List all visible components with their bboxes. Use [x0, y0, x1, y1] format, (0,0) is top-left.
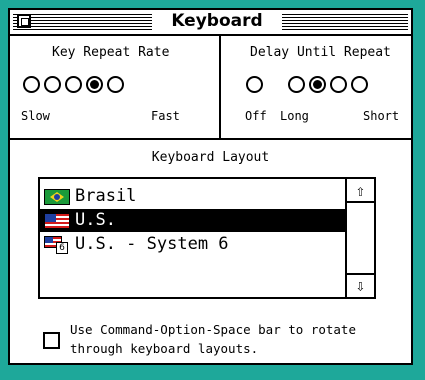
- title-bar[interactable]: Keyboard: [10, 10, 411, 36]
- keyboard-window: Keyboard Key Repeat Rate Slow Fast Delay…: [8, 8, 413, 365]
- us-system6-flag-icon: 6: [44, 236, 70, 254]
- key-repeat-fast-label: Fast: [151, 109, 180, 123]
- delay-long-label: Long: [280, 109, 309, 123]
- key-repeat-radio-4[interactable]: [86, 76, 103, 93]
- window-title: Keyboard: [152, 12, 282, 30]
- rotate-layouts-label: Use Command-Option-Space bar to rotate t…: [70, 322, 356, 356]
- delay-off-label: Off: [245, 109, 267, 123]
- delay-radio-5[interactable]: [351, 76, 368, 93]
- close-box-icon[interactable]: [17, 14, 31, 28]
- key-repeat-radio-2[interactable]: [44, 76, 61, 93]
- list-item-label: Brasil: [75, 186, 137, 206]
- delay-radio-2[interactable]: [288, 76, 305, 93]
- delay-until-repeat-title: Delay Until Repeat: [250, 45, 391, 60]
- delay-radio-3[interactable]: [309, 76, 326, 93]
- rotate-layouts-checkbox[interactable]: [43, 332, 60, 349]
- list-item-brasil[interactable]: Brasil: [40, 185, 345, 208]
- section-divider: [10, 138, 411, 140]
- vertical-scrollbar[interactable]: ⇧ ⇩: [345, 179, 374, 297]
- list-item-us[interactable]: U.S.: [40, 209, 345, 232]
- brazil-flag-icon: [44, 189, 70, 205]
- key-repeat-rate-title: Key Repeat Rate: [52, 45, 170, 60]
- list-item-label: U.S.: [75, 210, 116, 230]
- panel-divider: [219, 36, 221, 138]
- delay-radio-off[interactable]: [246, 76, 263, 93]
- scroll-up-button[interactable]: ⇧: [347, 179, 374, 203]
- keyboard-layout-title: Keyboard Layout: [151, 150, 270, 165]
- keyboard-layout-list[interactable]: Brasil U.S. 6 U.S. - System 6 ⇧ ⇩: [38, 177, 376, 299]
- key-repeat-slow-label: Slow: [21, 109, 50, 123]
- us-flag-icon: [44, 213, 70, 229]
- key-repeat-radio-1[interactable]: [23, 76, 40, 93]
- list-item-us-system6[interactable]: 6 U.S. - System 6: [40, 233, 345, 256]
- key-repeat-radio-5[interactable]: [107, 76, 124, 93]
- key-repeat-radio-3[interactable]: [65, 76, 82, 93]
- arrow-down-icon: ⇩: [355, 276, 366, 295]
- scroll-down-button[interactable]: ⇩: [347, 273, 374, 297]
- arrow-up-icon: ⇧: [355, 181, 366, 200]
- delay-short-label: Short: [363, 109, 400, 123]
- list-item-label: U.S. - System 6: [75, 234, 229, 254]
- delay-radio-4[interactable]: [330, 76, 347, 93]
- repeat-settings-panel: Key Repeat Rate Slow Fast Delay Until Re…: [10, 36, 411, 138]
